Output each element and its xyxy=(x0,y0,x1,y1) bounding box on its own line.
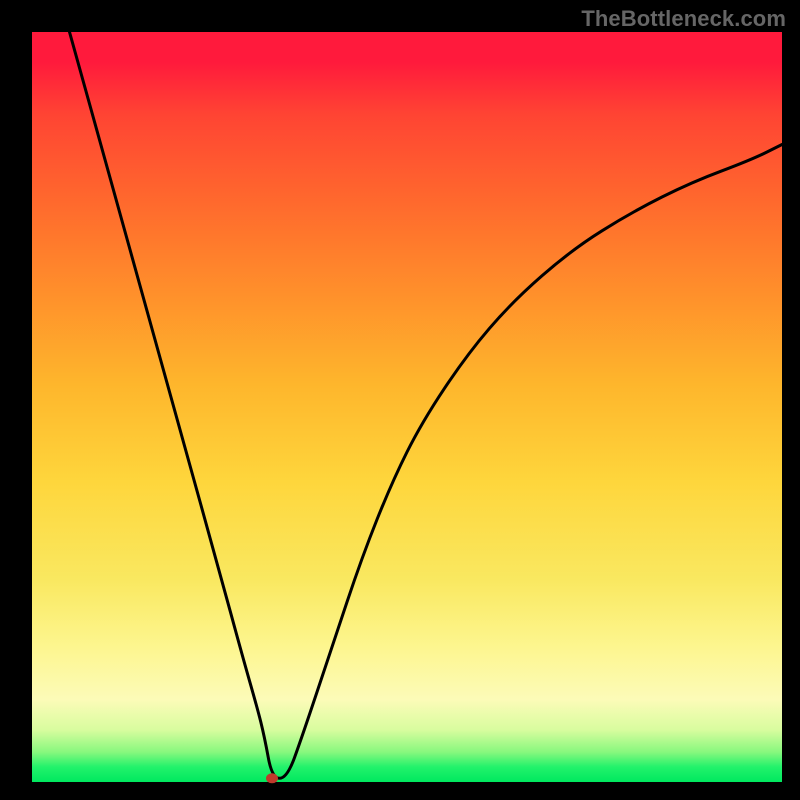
minimum-marker xyxy=(266,773,278,783)
chart-frame: TheBottleneck.com xyxy=(0,0,800,800)
plot-area xyxy=(32,32,782,782)
bottleneck-curve xyxy=(32,32,782,782)
watermark-text: TheBottleneck.com xyxy=(581,6,786,32)
